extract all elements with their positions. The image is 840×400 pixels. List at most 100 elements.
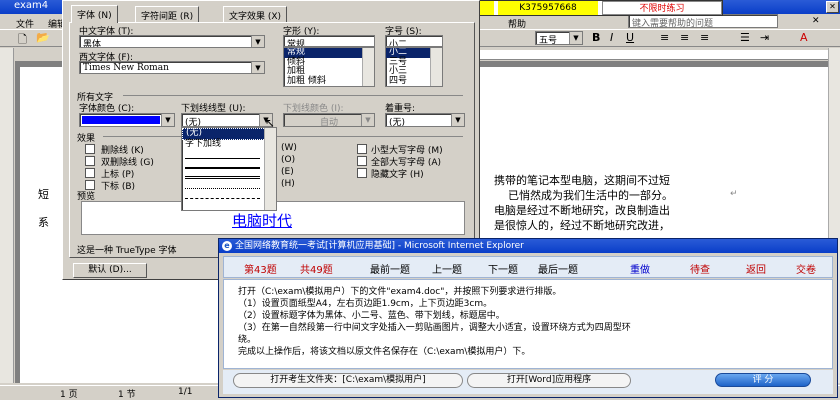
ul-color-select: 自动 ▼ [283, 113, 375, 127]
default-button[interactable]: 默认 (D)... [73, 263, 147, 278]
open-word-button[interactable]: 打开[Word]应用程序 [467, 373, 631, 388]
list-item[interactable]: (无) [182, 128, 276, 140]
doc-line: 电脑是经过不断地研究，改良制造出 [494, 204, 670, 217]
open-folder-button[interactable]: 打开考生文件夹：[C:\exam\模拟用户] [233, 373, 463, 388]
ie-title: 全国网络教育统一考试[计算机应用基础] - Microsoft Internet… [235, 241, 524, 251]
chevron-down-icon[interactable]: ▼ [569, 32, 582, 44]
status-page: 1 页 [60, 390, 78, 400]
menu-close-icon[interactable]: ✕ [812, 16, 820, 26]
tab-effects[interactable]: 文字效果 (X) [223, 6, 288, 22]
chevron-down-icon[interactable]: ▼ [451, 114, 464, 126]
size-input[interactable]: 小二 [385, 35, 443, 47]
new-doc-icon[interactable]: 🗋 [18, 31, 27, 50]
cn-font-value: 黑体 [83, 40, 102, 48]
first-question-link[interactable]: 最前一题 [370, 261, 410, 276]
effects-heading: 效果 [77, 134, 96, 144]
chevron-down-icon[interactable]: ▼ [161, 114, 174, 126]
scrollbar[interactable] [430, 48, 442, 86]
style-list[interactable]: 常规 倾斜 加粗 加粗 倾斜 [283, 47, 375, 87]
line-style-item[interactable] [185, 159, 260, 169]
line-style-item[interactable] [185, 189, 260, 199]
size-list[interactable]: 小二 三号 小三 四号 [385, 47, 443, 87]
align-right-icon[interactable]: ≡ [700, 31, 709, 44]
align-center-icon[interactable]: ≡ [680, 31, 689, 44]
effect-shortcut: (O) [281, 155, 296, 165]
west-font-select[interactable]: Times New Roman ▼ [79, 61, 265, 74]
chevron-down-icon[interactable]: ▼ [251, 36, 264, 47]
ruler[interactable] [480, 50, 828, 60]
italic-icon[interactable]: I [610, 31, 613, 44]
preview-text: 电脑时代 [232, 212, 293, 230]
style-input[interactable]: 常规 [283, 35, 375, 47]
question-current: 第43题 [244, 265, 277, 276]
next-question-link[interactable]: 下一题 [488, 261, 518, 276]
help-search-input[interactable]: 键入需要帮助的问题 [628, 14, 778, 28]
redo-link[interactable]: 重做 [630, 261, 650, 276]
font-size-value: 五号 [539, 36, 558, 45]
strikethrough-checkbox[interactable] [85, 144, 95, 154]
subscript-label: 下标 (B) [101, 182, 136, 192]
font-color-select[interactable]: ▼ [79, 113, 175, 127]
font-color-icon[interactable]: A [800, 31, 808, 44]
margin-mark: 系 [38, 216, 49, 229]
doc-line: 携带的笔记本型电脑，这期间不过短 [494, 174, 670, 187]
pending-link[interactable]: 待查 [690, 261, 710, 276]
indent-icon[interactable]: ⇥ [760, 31, 769, 44]
chevron-down-icon[interactable]: ▼ [251, 62, 264, 73]
scrollbar[interactable] [264, 128, 276, 210]
margin-mark: 短 [38, 188, 49, 201]
underline-icon[interactable]: U [626, 31, 634, 44]
font-note: 这是一种 TrueType 字体 [77, 246, 177, 256]
close-icon[interactable]: ✕ [826, 1, 839, 13]
divider [103, 136, 463, 137]
underline-select[interactable]: (无) ▼ [181, 113, 273, 127]
emph-select[interactable]: (无) ▼ [385, 113, 465, 127]
double-strike-checkbox[interactable] [85, 156, 95, 166]
small-caps-checkbox[interactable] [357, 144, 367, 154]
status-section: 1 节 [118, 390, 136, 400]
status-pages: 1/1 [178, 387, 193, 397]
exam-id: K375957668 [498, 1, 598, 15]
back-link[interactable]: 返回 [746, 261, 766, 276]
prev-question-link[interactable]: 上一题 [432, 261, 462, 276]
underline-dropdown-list[interactable]: (无) 字下加线 [181, 127, 277, 211]
hidden-label: 隐藏文字 (H) [371, 170, 424, 180]
divider [123, 95, 463, 96]
tab-font[interactable]: 字体 (N) [71, 5, 118, 23]
doc-line: 是很惊人的，经过不断地研究改进， [494, 219, 670, 232]
cn-font-select[interactable]: 黑体 ▼ [79, 35, 265, 48]
doc-line: 已悄然成为我们生活中的一部分。 [508, 189, 673, 202]
open-icon[interactable]: 📂 [36, 31, 50, 44]
question-line: 完成以上操作后，将该文档以原文件名保存在（C:\exam\模拟用户）下。 [238, 347, 531, 357]
line-style-item[interactable] [185, 179, 260, 189]
all-caps-checkbox[interactable] [357, 156, 367, 166]
align-left-icon[interactable]: ≡ [660, 31, 669, 44]
effect-shortcut: (H) [281, 179, 295, 189]
effect-shortcut: (W) [281, 143, 297, 153]
scrollbar[interactable] [362, 48, 374, 86]
ie-logo-icon: e [222, 241, 232, 251]
list-item[interactable]: 字下加线 [182, 139, 276, 150]
list-icon[interactable]: ☰ [740, 31, 750, 44]
ie-window: 全国网络教育统一考试[计算机应用基础] - Microsoft Internet… [218, 238, 838, 398]
score-button[interactable]: 评 分 [715, 373, 811, 387]
superscript-checkbox[interactable] [85, 168, 95, 178]
paragraph-mark-icon: ↵ [730, 189, 738, 199]
last-question-link[interactable]: 最后一题 [538, 261, 578, 276]
exam-mode: 不限时练习 [602, 1, 722, 15]
question-line: （3）在第一自然段第一行中间文字处插入一剪贴画图片，调整大小适宜，设置环绕方式为… [238, 323, 631, 333]
effect-shortcut: (E) [281, 167, 294, 177]
left-ruler [0, 48, 14, 383]
bold-icon[interactable]: B [592, 31, 600, 44]
ie-titlebar: 全国网络教育统一考试[计算机应用基础] - Microsoft Internet… [219, 239, 837, 253]
question-total: 共49题 [300, 265, 333, 276]
line-style-item[interactable] [185, 169, 260, 179]
hidden-checkbox[interactable] [357, 168, 367, 178]
tab-spacing[interactable]: 字符间距 (R) [135, 6, 200, 22]
submit-link[interactable]: 交卷 [796, 261, 816, 276]
line-style-item[interactable] [185, 149, 260, 159]
word-title: exam4 [14, 0, 49, 11]
question-panel: 打开（C:\exam\模拟用户）下的文件"exam4.doc"，并按照下列要求进… [223, 279, 833, 369]
list-item[interactable]: 加粗 倾斜 [284, 76, 374, 87]
font-size-select[interactable]: 五号 ▼ [535, 31, 583, 45]
